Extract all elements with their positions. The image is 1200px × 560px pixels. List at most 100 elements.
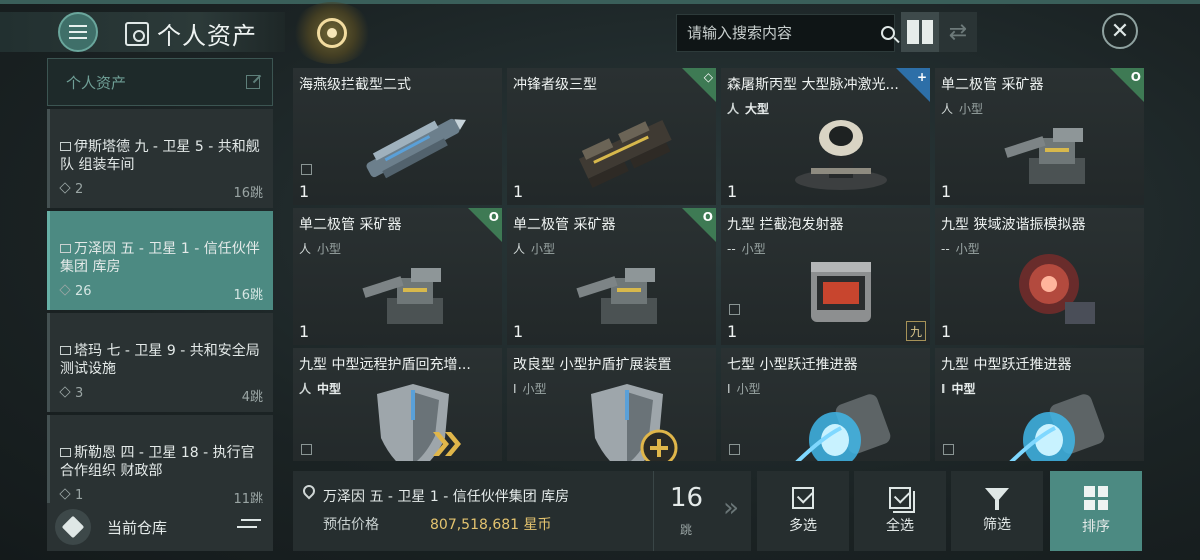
item-name: 七型 小型跃迁推进器 [727,357,858,373]
search-icon[interactable] [881,15,895,51]
item-name: 单二极管 采矿器 [299,217,402,233]
item-card[interactable]: 森屠斯丙型 大型脉冲激光... 人大型 1 + [721,68,930,205]
item-badge-icon: O [702,210,713,224]
item-quantity: 1 [513,322,524,341]
location-item[interactable]: 塔玛 七 - 卫星 9 - 共和安全局 测试设施 3 4跳 [47,313,273,412]
station-icon [60,142,71,151]
switch-icon[interactable] [237,519,261,535]
item-card[interactable]: 冲锋者级三型 1 ◇ [507,68,716,205]
warehouse-icon [55,509,91,545]
sort-button[interactable]: 排序 [1050,471,1142,551]
item-image [781,98,901,198]
search-input[interactable] [677,15,881,51]
cube-icon [59,488,71,500]
location-jumps: 16跳 [233,288,263,303]
edit-icon[interactable] [246,75,260,89]
station-icon [60,244,71,253]
size-prefix: I [941,381,946,396]
item-quantity: 1 [941,182,952,201]
location-item-count: 1 [75,488,84,503]
item-quantity: 1 [513,182,524,201]
tier-badge: 九 [906,321,926,341]
menu-icon [69,25,87,39]
item-size: I 小型 [727,380,761,397]
item-size-label: 小型 [955,242,980,256]
item-size: -- 小型 [941,240,980,257]
page-title: 个人资产 [157,22,257,50]
filter-icon [985,488,1009,510]
item-card[interactable]: 单二极管 采矿器人小型 1 O [293,208,502,345]
select-all-button[interactable]: 全选 [854,471,946,551]
size-icon: 人 [299,382,312,396]
item-card[interactable]: 九型 中型远程护盾回充增... 人中型 [293,348,502,461]
location-item[interactable]: 万泽因 五 - 卫星 1 - 信任伙伴集团 库房 26 16跳 [47,211,273,310]
item-quantity: 1 [727,322,738,341]
scan-button[interactable] [291,2,373,64]
location-item[interactable]: 伊斯塔德 九 - 卫星 5 - 共和舰队 组装车间 2 16跳 [47,109,273,208]
location-name: 斯勒恩 四 - 卫星 18 - 执行官合作组织 财政部 [60,444,263,480]
item-name: 单二极管 采矿器 [941,77,1044,93]
item-badge-icon: O [488,210,499,224]
price-label: 预估价格 [323,517,379,533]
item-name: 九型 中型远程护盾回充增... [299,357,471,373]
sort-icon [1084,486,1108,510]
route-button[interactable]: 16 跳 » [653,471,751,551]
sidebar-header: 个人资产 [47,58,273,106]
item-size-label: 小型 [959,102,984,116]
item-name: 改良型 小型护盾扩展装置 [513,357,672,373]
price-value: 807,518,681 星币 [430,517,552,533]
item-card[interactable]: 七型 小型跃迁推进器 I 小型 [721,348,930,461]
item-size: 人小型 [513,240,555,257]
item-card[interactable]: 单二极管 采矿器人小型 1 O [935,68,1144,205]
item-card[interactable]: 九型 拦截泡发射器 -- 小型 1 九 [721,208,930,345]
size-prefix: -- [727,241,736,256]
jumps-count: 16 [670,483,704,513]
filter-button[interactable]: 筛选 [951,471,1043,551]
item-size: 人中型 [299,380,341,397]
size-prefix: -- [941,241,950,256]
item-image [353,378,473,461]
item-name: 九型 拦截泡发射器 [727,217,844,233]
size-prefix: I [513,381,517,396]
item-card[interactable]: 九型 中型跃迁推进器 I 中型 [935,348,1144,461]
item-size-label: 小型 [317,242,342,256]
item-name: 海燕级拦截型二式 [299,77,411,93]
item-name: 九型 狭域波谐振模拟器 [941,217,1086,233]
item-size: 人小型 [941,100,983,117]
item-size-label: 小型 [531,242,556,256]
location-item[interactable]: 斯勒恩 四 - 卫星 18 - 执行官合作组织 财政部 1 11跳 [47,415,273,514]
location-name: 塔玛 七 - 卫星 9 - 共和安全局 测试设施 [60,342,263,378]
multi-select-label: 多选 [789,518,817,534]
size-icon: 人 [727,102,740,116]
current-warehouse-button[interactable]: 当前仓库 [47,503,273,551]
item-card[interactable]: 改良型 小型护盾扩展装置 I 小型 [507,348,716,461]
location-jumps: 4跳 [241,390,263,405]
item-card[interactable]: 单二极管 采矿器人小型 1 O [507,208,716,345]
location-name: 伊斯塔德 九 - 卫星 5 - 共和舰队 组装车间 [60,138,263,174]
item-size: -- 小型 [727,240,766,257]
crate-icon [301,164,312,175]
item-card[interactable]: 九型 狭域波谐振模拟器 -- 小型 1 [935,208,1144,345]
item-image [353,238,473,338]
grid-view-button[interactable] [901,12,939,52]
multi-select-button[interactable]: 多选 [757,471,849,551]
location-name-text: 伊斯塔德 九 - 卫星 5 - 共和舰队 组装车间 [60,139,260,173]
sort-label: 排序 [1082,519,1110,535]
close-icon: ✕ [1110,18,1130,44]
crate-icon [729,304,740,315]
item-quantity: 1 [727,182,738,201]
item-name: 九型 中型跃迁推进器 [941,357,1072,373]
item-image [995,378,1115,461]
location-name: 万泽因 五 - 卫星 1 - 信任伙伴集团 库房 [60,240,263,276]
swap-icon[interactable]: ⇄ [939,12,977,52]
item-badge-icon: ◇ [703,70,713,84]
location-name-text: 万泽因 五 - 卫星 1 - 信任伙伴集团 库房 [60,241,260,275]
menu-button[interactable] [58,12,98,52]
sidebar: 个人资产 伊斯塔德 九 - 卫星 5 - 共和舰队 组装车间 2 16跳 万泽因 五 … [47,58,273,514]
size-icon: 人 [299,242,312,256]
item-card[interactable]: 海燕级拦截型二式 1 [293,68,502,205]
item-name: 单二极管 采矿器 [513,217,616,233]
checkbox-icon [792,487,814,509]
close-button[interactable]: ✕ [1102,13,1138,49]
chevron-right-icon: » [723,493,739,523]
